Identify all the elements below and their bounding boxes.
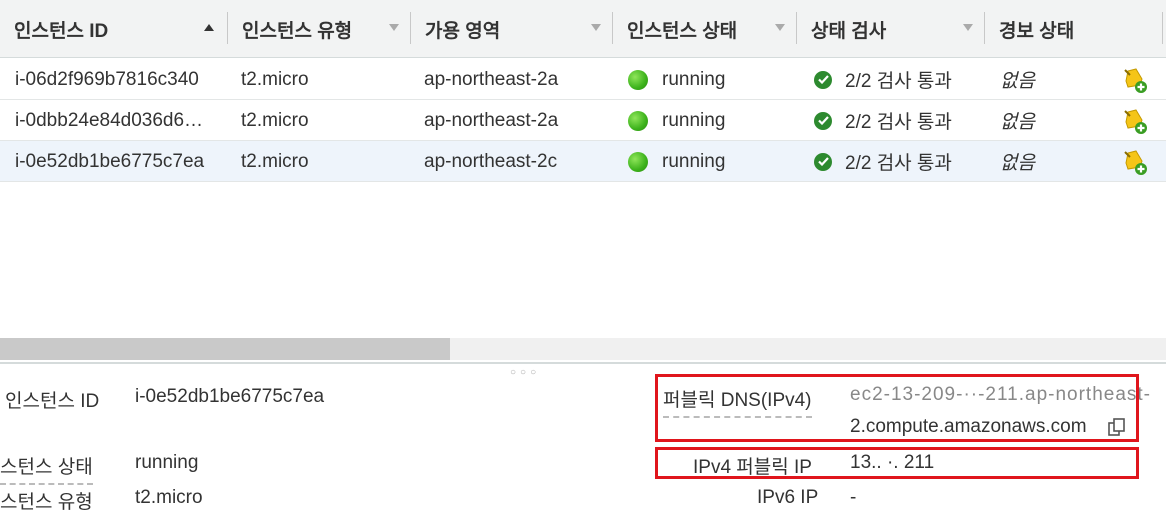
table-row-selected[interactable]: i-0e52db1be6775c7ea t2.micro ap-northeas… (0, 141, 1166, 182)
alarm-status-cell: 없음 (1000, 71, 1035, 92)
instance-state-label: running (662, 109, 726, 131)
highlight-box-ipv4-public-ip (655, 447, 1139, 479)
running-status-icon (628, 151, 648, 172)
instance-type-cell: t2.micro (241, 150, 309, 172)
create-alarm-icon[interactable] (1122, 141, 1152, 182)
instance-type-cell: t2.micro (241, 68, 309, 90)
column-header-availability-zone[interactable]: 가용 영역 (411, 0, 613, 58)
column-header-alarm-status[interactable]: 경보 상태 (985, 0, 1163, 58)
sort-icon[interactable] (591, 24, 601, 31)
instance-id-cell: i-0dbb24e84d036d6… (15, 109, 204, 131)
detail-value-ipv6-ip: - (850, 487, 857, 508)
instance-state-label: running (662, 68, 726, 90)
create-alarm-icon[interactable] (1122, 59, 1152, 100)
status-check-cell: 2/2 검사 통과 (814, 141, 984, 182)
status-check-cell: 2/2 검사 통과 (814, 100, 984, 141)
detail-label-ipv6-ip: IPv6 IP (757, 487, 819, 508)
highlight-box-public-dns (655, 374, 1139, 442)
column-header-status-check[interactable]: 상태 검사 (797, 0, 985, 58)
instance-type-cell: t2.micro (241, 109, 309, 131)
instance-state-cell: running (628, 100, 788, 141)
instance-state-label: running (662, 150, 726, 172)
sort-icon[interactable] (389, 24, 399, 31)
check-circle-icon (814, 152, 832, 171)
detail-value-instance-id: i-0e52db1be6775c7ea (135, 386, 325, 407)
detail-label-instance-state[interactable]: 스턴스 상태 (0, 452, 93, 485)
resize-handle-icon[interactable]: ○○○ (510, 367, 540, 378)
availability-zone-cell: ap-northeast-2a (424, 109, 559, 131)
instance-state-cell: running (628, 141, 788, 182)
instance-state-cell: running (628, 59, 788, 100)
status-check-label: 2/2 검사 통과 (845, 71, 952, 92)
detail-value-instance-type: t2.micro (135, 487, 203, 508)
column-header-instance-state[interactable]: 인스턴스 상태 (613, 0, 797, 58)
check-circle-icon (814, 70, 832, 89)
instances-table-header: 인스턴스 ID 인스턴스 유형 가용 영역 인스턴스 상태 상태 검사 경보 상… (0, 0, 1166, 58)
column-header-label: 상태 검사 (811, 20, 887, 42)
horizontal-scrollbar-thumb[interactable] (0, 338, 450, 360)
detail-label-instance-id: 인스턴스 ID (5, 391, 100, 412)
detail-label-instance-type[interactable]: 스턴스 유형 (0, 487, 93, 517)
status-check-label: 2/2 검사 통과 (845, 153, 952, 174)
table-row[interactable]: i-06d2f969b7816c340 t2.micro ap-northeas… (0, 59, 1166, 100)
availability-zone-cell: ap-northeast-2a (424, 68, 559, 90)
status-check-label: 2/2 검사 통과 (845, 112, 952, 133)
pane-divider[interactable] (0, 362, 1166, 364)
alarm-status-cell: 없음 (1000, 112, 1035, 133)
sort-icon[interactable] (963, 24, 973, 31)
instance-id-cell: i-0e52db1be6775c7ea (15, 150, 205, 172)
column-header-label: 인스턴스 상태 (627, 20, 738, 42)
sort-icon[interactable] (775, 24, 785, 31)
column-header-label: 인스턴스 ID (14, 20, 109, 42)
running-status-icon (628, 110, 648, 131)
column-divider[interactable] (1162, 12, 1163, 44)
table-row[interactable]: i-0dbb24e84d036d6… t2.micro ap-northeast… (0, 100, 1166, 141)
column-header-label: 인스턴스 유형 (242, 20, 353, 42)
column-header-instance-id[interactable]: 인스턴스 ID (0, 0, 228, 58)
availability-zone-cell: ap-northeast-2c (424, 150, 558, 172)
running-status-icon (628, 69, 648, 90)
create-alarm-icon[interactable] (1122, 100, 1152, 141)
column-header-instance-type[interactable]: 인스턴스 유형 (228, 0, 411, 58)
check-circle-icon (814, 111, 832, 130)
detail-value-instance-state: running (135, 452, 199, 473)
alarm-status-cell: 없음 (1000, 153, 1035, 174)
column-header-label: 가용 영역 (425, 20, 501, 42)
status-check-cell: 2/2 검사 통과 (814, 59, 984, 100)
column-header-label: 경보 상태 (999, 20, 1075, 42)
sort-ascending-icon[interactable] (204, 24, 214, 31)
instance-id-cell: i-06d2f969b7816c340 (15, 68, 199, 90)
